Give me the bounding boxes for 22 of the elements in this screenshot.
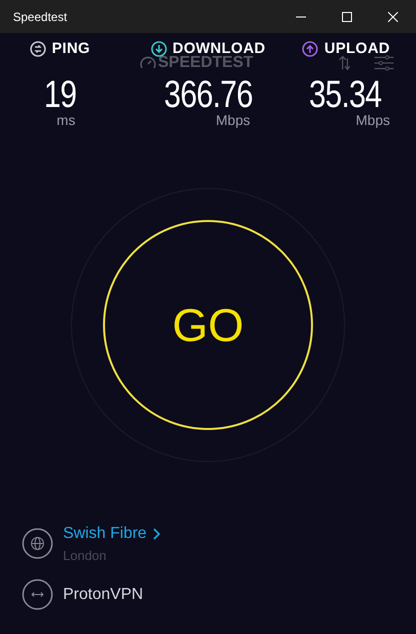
maximize-icon — [342, 12, 352, 22]
server-location: London — [63, 546, 108, 564]
metric-unit: ms — [56, 110, 76, 128]
connection-name: ProtonVPN — [63, 584, 144, 604]
metric-label: DOWNLOAD — [172, 39, 266, 57]
window-title: Speedtest — [12, 8, 68, 26]
metric-value: 35.34 — [308, 78, 381, 110]
logo-text: SPEEDTEST — [158, 55, 254, 71]
close-icon — [388, 12, 398, 22]
ping-icon — [30, 41, 46, 58]
metric-unit: Mbps — [356, 110, 390, 128]
metric-label: UPLOAD — [324, 39, 390, 59]
globe-icon — [22, 528, 53, 559]
connection-icon — [22, 579, 53, 610]
chevron-right-icon — [152, 528, 160, 540]
go-button[interactable]: GO — [103, 220, 313, 430]
metric-value: 19 — [44, 78, 76, 110]
metric-value: 366.76 — [164, 78, 252, 110]
speedometer-icon — [140, 55, 156, 71]
metric-unit: Mbps — [214, 110, 250, 128]
metric-label: PING — [52, 39, 90, 59]
server-link[interactable]: Swish Fibre — [63, 522, 160, 546]
